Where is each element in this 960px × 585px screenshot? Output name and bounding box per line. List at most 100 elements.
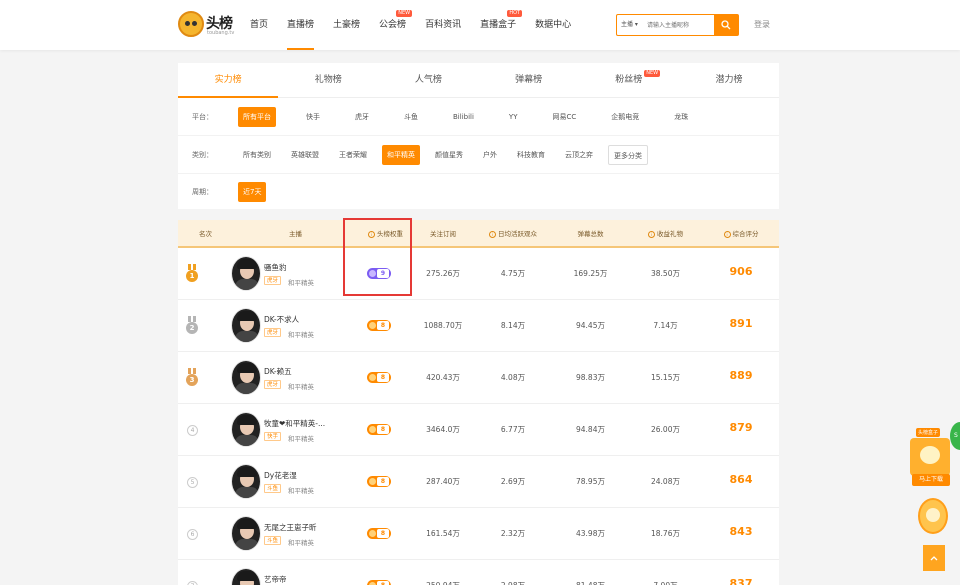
nav-badge: HOT xyxy=(507,10,523,17)
avatar[interactable] xyxy=(231,360,261,395)
login-link[interactable]: 登录 xyxy=(754,19,770,30)
avatar[interactable] xyxy=(231,568,261,585)
avatar[interactable] xyxy=(231,308,261,343)
anchor-name[interactable]: DK-不求人 xyxy=(264,314,299,325)
search-button[interactable] xyxy=(714,15,738,35)
category-option[interactable]: 英雄联盟 xyxy=(286,145,324,165)
category-option[interactable]: 更多分类 xyxy=(608,144,648,165)
nav-item-6[interactable]: 数据中心 xyxy=(535,0,571,50)
avatar-hair xyxy=(237,571,257,581)
nav-item-1[interactable]: 直播榜 xyxy=(287,0,315,50)
nav-item-4[interactable]: 百科资讯 xyxy=(425,0,461,50)
category-option[interactable]: 颜值星秀 xyxy=(430,145,468,165)
rank-number: 6 xyxy=(187,529,198,540)
category-text: 和平精英 xyxy=(288,539,314,547)
anchor-name[interactable]: DK-赖五 xyxy=(264,366,292,377)
category-option[interactable]: 云顶之弈 xyxy=(560,145,598,165)
table-header: 名次 主播 i 头榜权重 关注订阅 i 日均活跃观众 弹幕总数 i 收益礼物 i 综合评分 xyxy=(178,220,779,248)
anchor-name[interactable]: 骚鱼豹 xyxy=(264,262,287,273)
category-option[interactable]: 户外 xyxy=(478,145,502,165)
table-row[interactable]: 6 无尾之王崽子昕 斗鱼 和平精英 8 161.54万 2.32万 43.98万 18.76万 8… xyxy=(178,508,779,560)
column-header[interactable]: i 日均活跃观众 xyxy=(473,220,553,248)
avatar-body xyxy=(235,435,259,446)
tab-1[interactable]: 礼物榜 xyxy=(278,63,378,97)
column-header-label: 收益礼物 xyxy=(657,230,683,238)
table-row[interactable]: 4 牧童❤和平精英-... 快手 和平精英 8 3464.0万 6.77万 94.84万 26.… xyxy=(178,404,779,456)
category-option[interactable]: 和平精英 xyxy=(382,144,420,165)
category-option[interactable]: 所有类别 xyxy=(238,145,276,165)
app-promo-widget[interactable]: 头榜盒子 马上下载 xyxy=(910,428,952,486)
nav-item-label: 直播榜 xyxy=(287,20,315,30)
top-navbar: 头榜 toubang.tv 首页 直播榜 土豪榜 公会榜 NEW 百科资讯 直播盒子 HOT 数… xyxy=(0,0,960,50)
customer-service-icon[interactable] xyxy=(918,498,948,534)
avatar-hair xyxy=(237,259,257,269)
power-level: 8 xyxy=(377,373,389,382)
power-badge: 8 xyxy=(367,528,391,539)
period-option[interactable]: 近7天 xyxy=(238,181,267,202)
main-nav: 首页 直播榜 土豪榜 公会榜 NEW 百科资讯 直播盒子 HOT 数据中心 xyxy=(250,0,590,50)
platform-option[interactable]: 网易CC xyxy=(547,107,581,127)
anchor-name[interactable]: 无尾之王崽子昕 xyxy=(264,522,317,533)
avatar[interactable] xyxy=(231,412,261,447)
power-icon xyxy=(369,478,376,485)
table-row[interactable]: 3 DK-赖五 虎牙 和平精英 8 420.43万 4.08万 98.83万 15.15万 889 xyxy=(178,352,779,404)
tab-label: 弹幕榜 xyxy=(515,75,543,85)
column-header-label: 日均活跃观众 xyxy=(498,230,537,238)
nav-item-2[interactable]: 土豪榜 xyxy=(333,0,360,50)
danmaku-value: 94.45万 xyxy=(576,321,605,330)
tab-2[interactable]: 人气榜 xyxy=(378,63,478,97)
table-row[interactable]: 1 骚鱼豹 虎牙 和平精英 9 275.26万 4.75万 169.25万 38.50万 906 xyxy=(178,248,779,300)
avatar[interactable] xyxy=(231,516,261,551)
nav-item-5[interactable]: 直播盒子 HOT xyxy=(480,0,523,50)
column-header[interactable]: 关注订阅 xyxy=(413,220,473,248)
avatar[interactable] xyxy=(231,464,261,499)
nav-item-3[interactable]: 公会榜 NEW xyxy=(379,0,413,50)
nav-item-0[interactable]: 首页 xyxy=(250,0,268,50)
platform-option[interactable]: Bilibili xyxy=(448,107,479,127)
category-option[interactable]: 科技教育 xyxy=(512,145,550,165)
tab-4[interactable]: 粉丝榜 NEW xyxy=(579,63,679,97)
power-level: 8 xyxy=(377,477,389,486)
column-header-label: 主播 xyxy=(289,230,302,238)
platform-option[interactable]: 斗鱼 xyxy=(399,107,423,127)
platform-option[interactable]: 所有平台 xyxy=(238,106,276,127)
column-header[interactable]: i 收益礼物 xyxy=(628,220,703,248)
power-badge: 8 xyxy=(367,580,391,585)
platform-tag: 虎牙 xyxy=(264,380,282,389)
gifts-value: 26.00万 xyxy=(651,425,680,434)
platform-option[interactable]: 龙珠 xyxy=(669,107,693,127)
category-option[interactable]: 王者荣耀 xyxy=(334,145,372,165)
site-logo[interactable]: 头榜 toubang.tv xyxy=(178,11,240,39)
platform-option[interactable]: YY xyxy=(504,107,523,127)
platform-option[interactable]: 快手 xyxy=(301,107,325,127)
tab-3[interactable]: 弹幕榜 xyxy=(479,63,579,97)
avatar[interactable] xyxy=(231,256,261,291)
anchor-name[interactable]: 牧童❤和平精英-... xyxy=(264,418,325,429)
avatar-body xyxy=(235,331,259,342)
search-type-select[interactable]: 主播 ▾ xyxy=(621,15,638,35)
anchor-name[interactable]: Dy花老湿 xyxy=(264,470,297,481)
download-button[interactable]: 马上下载 xyxy=(912,474,950,486)
tab-0[interactable]: 实力榜 xyxy=(178,63,279,98)
score-value: 906 xyxy=(729,265,753,278)
table-row[interactable]: 2 DK-不求人 虎牙 和平精英 8 1088.70万 8.14万 94.45万 7.14万 89… xyxy=(178,300,779,352)
gifts-value: 7.14万 xyxy=(653,321,678,330)
table-row[interactable]: 7 艺帝帝 8 250.94万2.98万81.48万7.00万 837 xyxy=(178,560,779,585)
back-to-top-button[interactable] xyxy=(923,545,945,571)
anchor-name[interactable]: 艺帝帝 xyxy=(264,574,287,585)
danmaku-value: 98.83万 xyxy=(576,373,605,382)
platform-option[interactable]: 企鹅电竞 xyxy=(606,107,644,127)
active-value: 2.32万 xyxy=(500,529,526,538)
column-header[interactable]: i 综合评分 xyxy=(703,220,779,248)
platform-option[interactable]: 虎牙 xyxy=(350,107,374,127)
gifts-value: 18.76万 xyxy=(651,529,680,538)
tab-5[interactable]: 潜力榜 xyxy=(679,63,779,97)
follows-value: 287.40万 xyxy=(426,477,460,486)
power-level: 8 xyxy=(377,581,389,585)
rank-indicator: 3 xyxy=(186,368,200,388)
table-row[interactable]: 5 Dy花老湿 斗鱼 和平精英 8 287.40万 2.69万 78.95万 24.08万 864 xyxy=(178,456,779,508)
gifts-value: 38.50万 xyxy=(651,269,680,278)
column-header[interactable]: 弹幕总数 xyxy=(553,220,628,248)
platform-tag: 斗鱼 xyxy=(264,536,282,545)
search-input[interactable] xyxy=(647,16,713,34)
